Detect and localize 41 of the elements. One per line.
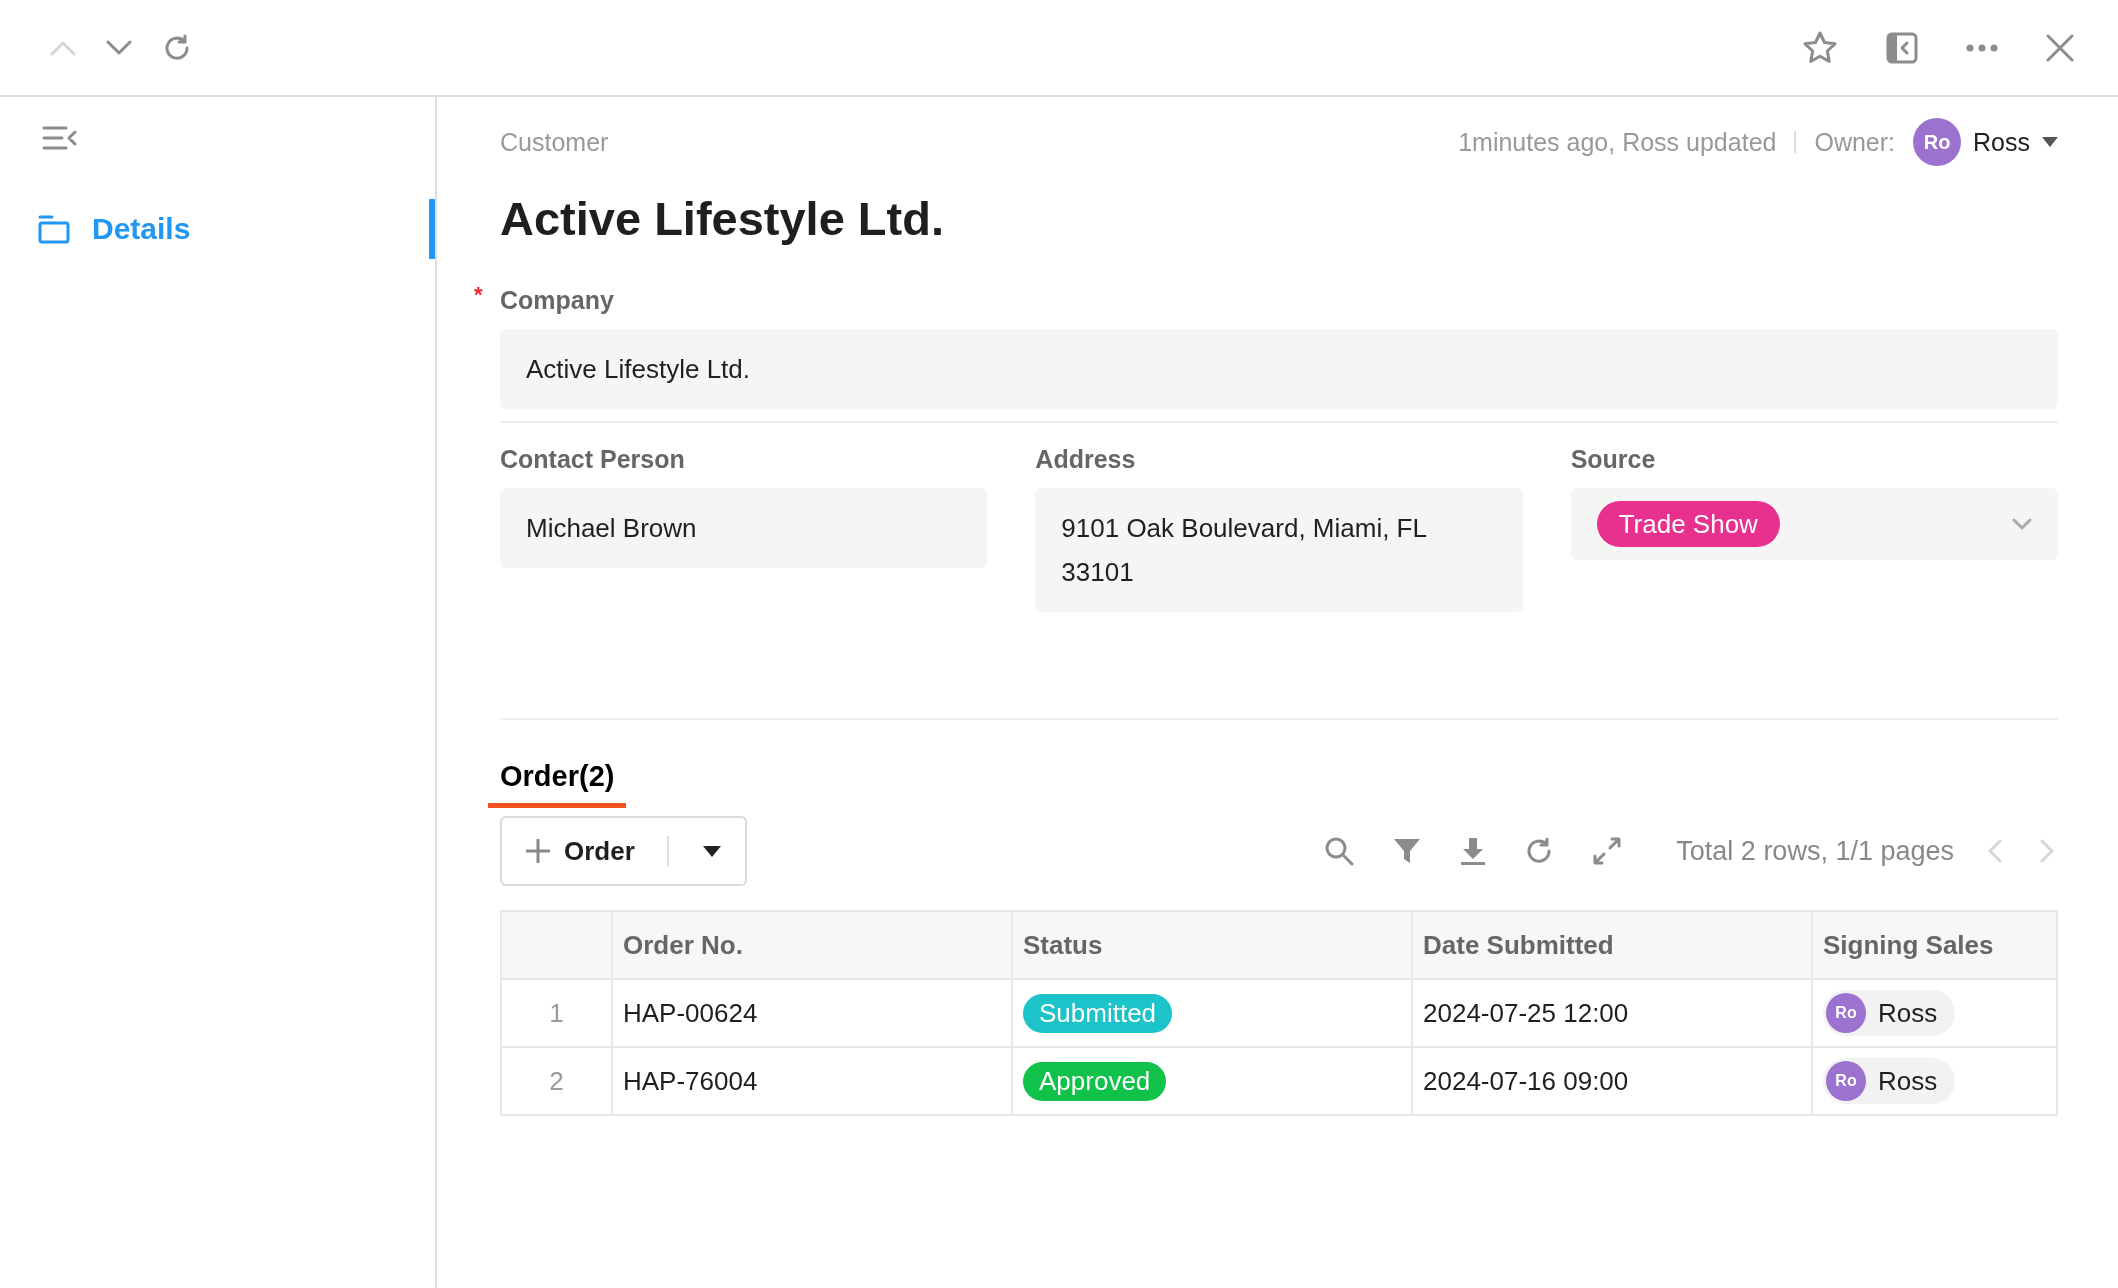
user-name: Ross <box>1878 997 1938 1029</box>
required-mark: * <box>474 282 483 308</box>
field-label: Address <box>1035 445 1136 473</box>
add-order-button[interactable]: Order <box>500 816 747 886</box>
input-field[interactable]: Active Lifestyle Ltd. <box>500 329 2058 409</box>
row-number: 1 <box>501 979 612 1047</box>
input-field[interactable]: 9101 Oak Boulevard, Miami, FL 33101 <box>1035 488 1523 612</box>
table-cell: 2024-07-25 12:00 <box>1412 979 1812 1047</box>
caret-icon <box>2042 137 2058 147</box>
update-info: 1minutes ago, Ross updated <box>1458 127 1777 157</box>
owner-label: Owner: <box>1814 127 1896 157</box>
field-label: Company <box>500 286 614 314</box>
button-label: Order <box>564 835 635 867</box>
owner-dropdown[interactable]: Ro Ross <box>1913 118 2058 166</box>
tab[interactable]: Order(2) <box>488 760 627 808</box>
plus-icon <box>526 839 550 863</box>
folder-icon <box>38 214 70 244</box>
column-header: Status <box>1012 911 1412 979</box>
column-header: Date Submitted <box>1412 911 1812 979</box>
pagination-summary: Total 2 rows, 1/1 pages <box>1676 835 1954 867</box>
avatar: Ro <box>1826 993 1866 1033</box>
table-cell: 2024-07-16 09:00 <box>1412 1047 1812 1115</box>
table-cell: HAP-76004 <box>612 1047 1012 1115</box>
row-number: 2 <box>501 1047 612 1115</box>
status-tag: Submitted <box>1023 993 1173 1033</box>
select-field[interactable]: Trade Show <box>1570 488 2058 560</box>
input-field[interactable]: Michael Brown <box>500 488 988 568</box>
column-header: Order No. <box>612 911 1012 979</box>
breadcrumb: Customer <box>500 127 609 157</box>
column-header: Signing Sales <box>1812 911 2057 979</box>
user-name: Ross <box>1878 1065 1938 1097</box>
field-label: Contact Person <box>500 445 685 473</box>
avatar: Ro <box>1826 1061 1866 1101</box>
avatar: Ro <box>1913 118 1962 166</box>
record-title: Active Lifestyle Ltd. <box>500 191 945 246</box>
chevron-down-icon <box>2012 518 2032 530</box>
caret-icon <box>702 845 721 857</box>
status-tag: Approved <box>1023 1061 1167 1101</box>
source-tag: Trade Show <box>1596 501 1780 547</box>
table-cell: HAP-00624 <box>612 979 1012 1047</box>
field-label: Source <box>1570 445 1656 473</box>
